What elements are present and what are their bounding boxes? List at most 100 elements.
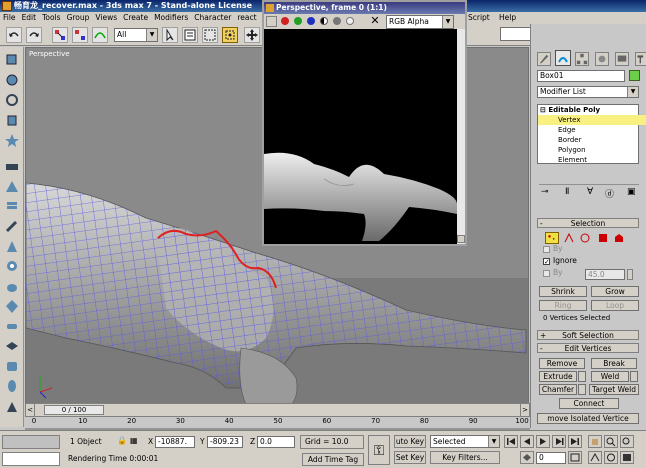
current-frame-field[interactable]: 0 xyxy=(536,452,566,464)
redo-button[interactable] xyxy=(26,27,42,43)
mono-display-toggle[interactable] xyxy=(346,17,354,25)
hierarchy-tab[interactable] xyxy=(575,52,589,66)
stack-item-editable-poly[interactable]: ⊟ Editable Poly xyxy=(538,105,640,115)
go-to-start-button[interactable] xyxy=(504,435,518,448)
create-capsule-button[interactable] xyxy=(4,319,20,334)
motion-tab[interactable] xyxy=(595,52,609,66)
maximize-viewport-button[interactable] xyxy=(620,451,634,464)
border-mode-button[interactable] xyxy=(579,232,591,244)
scroll-down-arrow[interactable] xyxy=(457,235,465,243)
menu-group[interactable]: Group xyxy=(64,12,93,24)
create-prism-button[interactable] xyxy=(4,399,20,414)
go-to-end-button[interactable] xyxy=(568,435,582,448)
rectangular-selection-button[interactable] xyxy=(202,27,218,43)
render-frame-window[interactable]: Perspective, frame 0 (1:1) ✕ RGB Alpha ▼ xyxy=(262,0,467,246)
menu-help[interactable]: Help xyxy=(496,12,519,24)
slider-next-arrow[interactable]: > xyxy=(520,404,529,416)
angle-spinner-arrows[interactable] xyxy=(627,269,633,280)
menu-create[interactable]: Create xyxy=(120,12,151,24)
create-oiltank-button[interactable] xyxy=(4,379,20,394)
stack-item-polygon[interactable]: Polygon xyxy=(538,145,646,155)
render-vertical-scrollbar[interactable] xyxy=(457,29,465,244)
time-slider-thumb[interactable]: 0 / 100 xyxy=(44,405,104,415)
menu-maxscript[interactable]: Script xyxy=(465,12,493,24)
stack-item-vertex[interactable]: Vertex xyxy=(538,115,646,125)
menu-character[interactable]: Character xyxy=(191,12,234,24)
create-geosphere-button[interactable] xyxy=(4,259,20,274)
edit-vertices-rollout-header[interactable]: - Edit Vertices xyxy=(537,343,639,353)
polygon-mode-button[interactable] xyxy=(597,232,609,244)
make-unique-icon[interactable]: ∀ xyxy=(587,187,593,197)
create-box-button[interactable] xyxy=(4,51,20,66)
set-key-icon[interactable]: ⚿ xyxy=(368,435,390,465)
key-mode-dropdown[interactable]: Selected ▼ xyxy=(430,435,500,448)
pan-view-button[interactable] xyxy=(588,435,602,448)
select-and-move-button[interactable] xyxy=(244,27,260,43)
red-channel-toggle[interactable] xyxy=(281,17,289,25)
play-button[interactable] xyxy=(536,435,550,448)
connect-button[interactable]: Connect xyxy=(559,398,619,409)
menu-tools[interactable]: Tools xyxy=(39,12,63,24)
create-plane-button[interactable] xyxy=(4,159,20,174)
y-coord-field[interactable]: -809.23 xyxy=(207,436,243,448)
extrude-button[interactable]: Extrude xyxy=(539,371,577,382)
create-cone-button[interactable] xyxy=(4,239,20,254)
menu-edit[interactable]: Edit xyxy=(19,12,40,24)
z-coord-field[interactable]: 0.0 xyxy=(257,436,295,448)
show-end-result-icon[interactable]: Ⅱ xyxy=(565,187,569,197)
arc-rotate-button[interactable] xyxy=(604,451,618,464)
edge-mode-button[interactable] xyxy=(563,232,575,244)
display-tab[interactable] xyxy=(615,52,629,66)
stack-item-border[interactable]: Border xyxy=(538,135,646,145)
create-hedra-button[interactable] xyxy=(4,299,20,314)
selection-rollout-header[interactable]: - Selection xyxy=(537,218,639,228)
lock-selection-icon[interactable]: 🔒 xyxy=(117,436,127,445)
window-crossing-button[interactable] xyxy=(222,27,238,43)
track-bar[interactable]: 0 10 20 30 40 50 60 70 80 90 100 xyxy=(25,417,530,430)
set-key-button[interactable]: Set Key xyxy=(394,451,426,464)
menu-reactor[interactable]: react xyxy=(234,12,259,24)
grow-button[interactable]: Grow xyxy=(591,286,639,297)
zoom-all-button[interactable] xyxy=(620,435,634,448)
key-filters-button[interactable]: Key Filters... xyxy=(430,451,500,464)
x-coord-field[interactable]: -10887. xyxy=(155,436,195,448)
by-vertex-checkbox[interactable] xyxy=(543,246,550,253)
object-color-swatch[interactable] xyxy=(629,70,640,81)
remove-modifier-icon[interactable]: ⓓ xyxy=(605,187,614,200)
auto-key-button[interactable]: uto Key xyxy=(394,435,426,448)
element-mode-button[interactable] xyxy=(613,232,625,244)
pin-stack-icon[interactable]: ⊸ xyxy=(541,187,549,197)
modifier-list-dropdown[interactable]: Modifier List ▼ xyxy=(537,86,639,98)
create-star-button[interactable] xyxy=(4,133,20,148)
select-by-name-button[interactable] xyxy=(182,27,198,43)
menu-modifiers[interactable]: Modifiers xyxy=(151,12,191,24)
stack-item-edge[interactable]: Edge xyxy=(538,125,646,135)
zoom-button[interactable] xyxy=(604,435,618,448)
break-button[interactable]: Break xyxy=(591,358,637,369)
object-name-field[interactable]: Box01 xyxy=(537,70,625,82)
extrude-settings-button[interactable] xyxy=(578,371,586,382)
blue-channel-toggle[interactable] xyxy=(307,17,315,25)
create-teapot-button[interactable] xyxy=(4,279,20,294)
create-cylinder-button[interactable] xyxy=(4,113,20,128)
utilities-tab[interactable] xyxy=(635,52,646,66)
weld-button[interactable]: Weld xyxy=(591,371,629,382)
create-sphere-button[interactable] xyxy=(4,73,20,88)
modifier-stack[interactable]: ⊟ Editable Poly Vertex Edge Border Polyg… xyxy=(537,104,646,164)
undo-button[interactable] xyxy=(6,27,22,43)
soft-selection-rollout-header[interactable]: + Soft Selection xyxy=(537,330,639,340)
unlink-selection-button[interactable] xyxy=(72,27,88,43)
maxscript-input[interactable] xyxy=(2,452,60,466)
create-pyramid-button[interactable] xyxy=(4,179,20,194)
save-bitmap-button[interactable] xyxy=(266,16,277,27)
ignore-backfacing-checkbox[interactable]: ✓ xyxy=(543,258,550,266)
menu-file[interactable]: File xyxy=(0,12,19,24)
bind-to-space-warp-button[interactable] xyxy=(92,27,108,43)
green-channel-toggle[interactable] xyxy=(294,17,302,25)
select-and-link-button[interactable] xyxy=(52,27,68,43)
add-time-tag-button[interactable]: Add Time Tag xyxy=(302,453,364,466)
ring-button[interactable]: Ring xyxy=(539,300,587,311)
create-stack-button[interactable] xyxy=(4,199,20,214)
chamfer-button[interactable]: Chamfer xyxy=(539,384,577,395)
configure-sets-icon[interactable]: ▣ xyxy=(627,187,636,197)
